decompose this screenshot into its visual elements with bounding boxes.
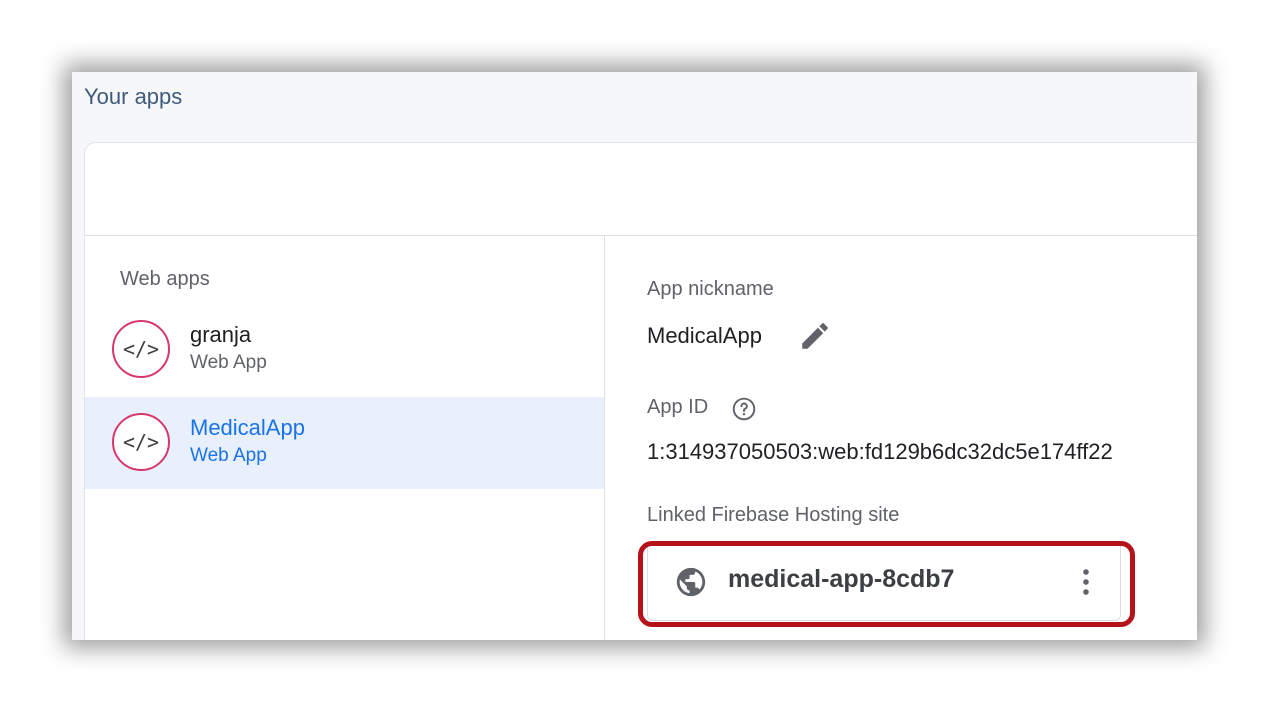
apps-sidebar: Web apps </> granja Web App </> MedicalA… [85, 236, 605, 640]
nickname-value: MedicalApp [647, 323, 762, 348]
hosting-site-name: medical-app-8cdb7 [728, 565, 955, 593]
globe-icon [676, 567, 706, 597]
app-id-label: App ID [647, 396, 709, 418]
nickname-label: App nickname [647, 278, 774, 300]
app-type: Web App [190, 352, 267, 373]
app-item-granja[interactable]: </> granja Web App [85, 304, 604, 396]
card-header [85, 143, 1197, 236]
app-name: MedicalApp [190, 415, 305, 440]
section-title: Your apps [84, 84, 183, 109]
app-details: App nickname MedicalApp App ID 1:3149370… [605, 236, 1197, 640]
app-type: Web App [190, 445, 267, 466]
apps-card: Web apps </> granja Web App </> MedicalA… [84, 142, 1197, 640]
app-id-value: 1:314937050503:web:fd129b6dc32dc5e174ff2… [647, 439, 1113, 464]
app-item-medicalapp[interactable]: </> MedicalApp Web App [85, 397, 604, 489]
hosting-label: Linked Firebase Hosting site [647, 504, 900, 526]
more-vert-icon [1083, 569, 1089, 595]
edit-nickname-button[interactable] [795, 316, 835, 356]
site-menu-button[interactable] [1066, 558, 1106, 606]
pencil-icon [802, 323, 828, 349]
code-icon: </> [112, 413, 170, 471]
app-name: granja [190, 322, 252, 347]
help-circle-icon[interactable] [731, 396, 757, 422]
hosting-site-chip[interactable]: medical-app-8cdb7 [647, 541, 1121, 621]
code-icon: </> [112, 320, 170, 378]
sidebar-heading: Web apps [120, 268, 210, 290]
your-apps-panel: Your apps Web apps </> granja Web App </… [72, 72, 1197, 640]
